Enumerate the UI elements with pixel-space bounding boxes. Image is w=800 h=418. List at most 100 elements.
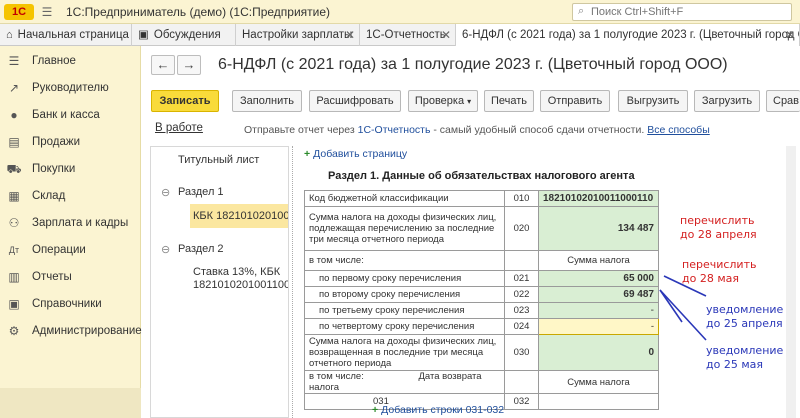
section-1[interactable]: Раздел 1: [178, 186, 224, 198]
plus-icon: +: [372, 404, 379, 416]
sidebar-item-catalogs[interactable]: ▣ Справочники: [0, 291, 141, 317]
sum-label: Сумма налога на доходы физических лиц, п…: [304, 206, 505, 251]
all-methods-link[interactable]: Все способы: [647, 124, 710, 136]
app-logo: 1С: [4, 4, 34, 20]
forward-button[interactable]: →: [177, 55, 201, 75]
section-2-kbk[interactable]: 182101020100110000: [193, 279, 288, 291]
send-button[interactable]: Отправить: [540, 90, 610, 112]
term3-value[interactable]: -: [538, 302, 659, 319]
book-icon: ▣: [8, 297, 20, 311]
annotation-notice-april: уведомление до 25 апреля: [706, 303, 784, 330]
table-row: по второму сроку перечисления 022 69 487: [304, 286, 659, 303]
back-button[interactable]: ←: [151, 55, 175, 75]
line-code: 020: [504, 206, 539, 251]
line-code: 024: [504, 318, 539, 335]
home-icon: ⌂: [6, 29, 13, 41]
including-label: в том числе:: [304, 250, 505, 271]
print-button[interactable]: Печать: [484, 90, 534, 112]
close-icon[interactable]: ✕: [785, 24, 795, 46]
sidebar-item-reports[interactable]: ▥ Отчеты: [0, 264, 141, 290]
term4-label: по четвертому сроку перечисления: [304, 318, 505, 335]
sidebar-item-warehouse[interactable]: ▦ Склад: [0, 183, 141, 209]
sidebar-item-sales[interactable]: ▤ Продажи: [0, 129, 141, 155]
term4-value[interactable]: -: [538, 318, 659, 335]
term2-value[interactable]: 69 487: [538, 286, 659, 303]
tax-sum-header: Сумма налога: [538, 250, 659, 271]
line-code: 010: [504, 190, 539, 207]
upload-button[interactable]: Выгрузить: [618, 90, 688, 112]
table-row: в том числе: Дата возврата налога Сумма …: [304, 370, 659, 394]
arrow-line: [659, 289, 683, 323]
report-table: Код бюджетной классификации 010 18210102…: [304, 190, 659, 410]
term3-label: по третьему сроку перечисления: [304, 302, 505, 319]
tab-reporting[interactable]: 1С-Отчетность ✕: [360, 24, 456, 46]
chat-icon: ▣: [138, 29, 149, 41]
tabs-bar: ⌂ Начальная страница ▣ Обсуждения Настройк…: [0, 24, 800, 46]
kbk-value[interactable]: 18210102010011000110: [538, 190, 659, 207]
add-rows-link[interactable]: + Добавить строки 031-032: [372, 404, 504, 416]
row-032-value[interactable]: [538, 393, 659, 410]
tab-discussions[interactable]: ▣ Обсуждения: [132, 24, 236, 46]
check-button[interactable]: Проверка ▾: [408, 90, 478, 112]
search-icon: ⌕: [578, 5, 585, 17]
arrow-left-icon: ←: [156, 57, 170, 72]
cart-icon: ▤: [8, 135, 20, 149]
sum-value[interactable]: 134 487: [538, 206, 659, 251]
kbk-label: Код бюджетной классификации: [304, 190, 505, 207]
term1-label: по первому сроку перечисления: [304, 270, 505, 287]
tab-home[interactable]: ⌂ Начальная страница: [0, 24, 132, 46]
collapse-icon[interactable]: ⊖: [161, 243, 170, 256]
compare-button[interactable]: Срав: [766, 90, 800, 112]
section-1-kbk[interactable]: КБК 1821010201001: [193, 210, 288, 222]
tab-salary-settings[interactable]: Настройки зарплаты ✕: [236, 24, 360, 46]
annotation-pay-may: перечислить до 28 мая: [682, 258, 757, 285]
sidebar-item-main[interactable]: ☰ Главное: [0, 48, 141, 74]
cart-icon: ⛟: [6, 162, 22, 176]
people-icon: ⚇: [8, 216, 20, 230]
add-page-link[interactable]: + Добавить страницу: [304, 148, 407, 160]
table-row: по третьему сроку перечисления 023 -: [304, 302, 659, 319]
section-title-page[interactable]: Титульный лист: [178, 154, 259, 166]
search-input[interactable]: [591, 5, 786, 19]
info-text: Отправьте отчет через 1С-Отчетность - са…: [244, 124, 710, 136]
plus-icon: +: [304, 148, 311, 160]
sidebar-item-salary[interactable]: ⚇ Зарплата и кадры: [0, 210, 141, 236]
close-icon[interactable]: ✕: [345, 24, 355, 46]
table-row: по первому сроку перечисления 021 65 000: [304, 270, 659, 287]
returned-value[interactable]: 0: [538, 334, 659, 371]
status-link[interactable]: В работе: [155, 122, 203, 134]
menu-icon[interactable]: ☰: [40, 5, 54, 19]
ruble-icon: ●: [10, 108, 18, 122]
arrow-right-icon: →: [182, 57, 196, 72]
search-box[interactable]: ⌕: [572, 3, 792, 21]
sidebar-item-admin[interactable]: ⚙ Администрирование: [0, 318, 142, 344]
sidebar-item-operations[interactable]: Дт Операции: [0, 237, 141, 263]
sidebar-item-director[interactable]: ↗ Руководителю: [0, 75, 141, 101]
section-2[interactable]: Раздел 2: [178, 243, 224, 255]
load-button[interactable]: Загрузить: [694, 90, 760, 112]
tax-sum-header-2: Сумма налога: [538, 370, 659, 394]
line-code: 032: [504, 393, 539, 410]
arrow-line: [659, 289, 707, 341]
sidebar-item-bank[interactable]: ● Банк и касса: [0, 102, 141, 128]
sidebar-item-purchases[interactable]: ⛟ Покупки: [0, 156, 141, 182]
line-code: 022: [504, 286, 539, 303]
app-title: 1С:Предприниматель (демо) (1С:Предприяти…: [66, 5, 331, 19]
annotation-pay-april: перечислить до 28 апреля: [680, 214, 757, 241]
term1-value[interactable]: 65 000: [538, 270, 659, 287]
gear-icon: ⚙: [8, 324, 20, 338]
section-2-rate[interactable]: Ставка 13%, КБК: [193, 266, 280, 278]
fill-button[interactable]: Заполнить: [232, 90, 302, 112]
reporting-link[interactable]: 1С-Отчетность: [358, 124, 431, 136]
save-button[interactable]: Записать: [151, 90, 219, 112]
including-label-2: в том числе: Дата возврата налога: [304, 370, 505, 394]
operations-icon: Дт: [8, 245, 20, 255]
collapse-icon[interactable]: ⊖: [161, 186, 170, 199]
chart-icon: ▥: [8, 270, 20, 284]
line-code: 021: [504, 270, 539, 287]
table-row: Код бюджетной классификации 010 18210102…: [304, 190, 659, 207]
decode-button[interactable]: Расшифровать: [309, 90, 401, 112]
close-icon[interactable]: ✕: [441, 24, 451, 46]
tab-6ndfl[interactable]: 6-НДФЛ (с 2021 года) за 1 полугодие 2023…: [456, 24, 800, 46]
scrollbar[interactable]: [786, 146, 796, 418]
